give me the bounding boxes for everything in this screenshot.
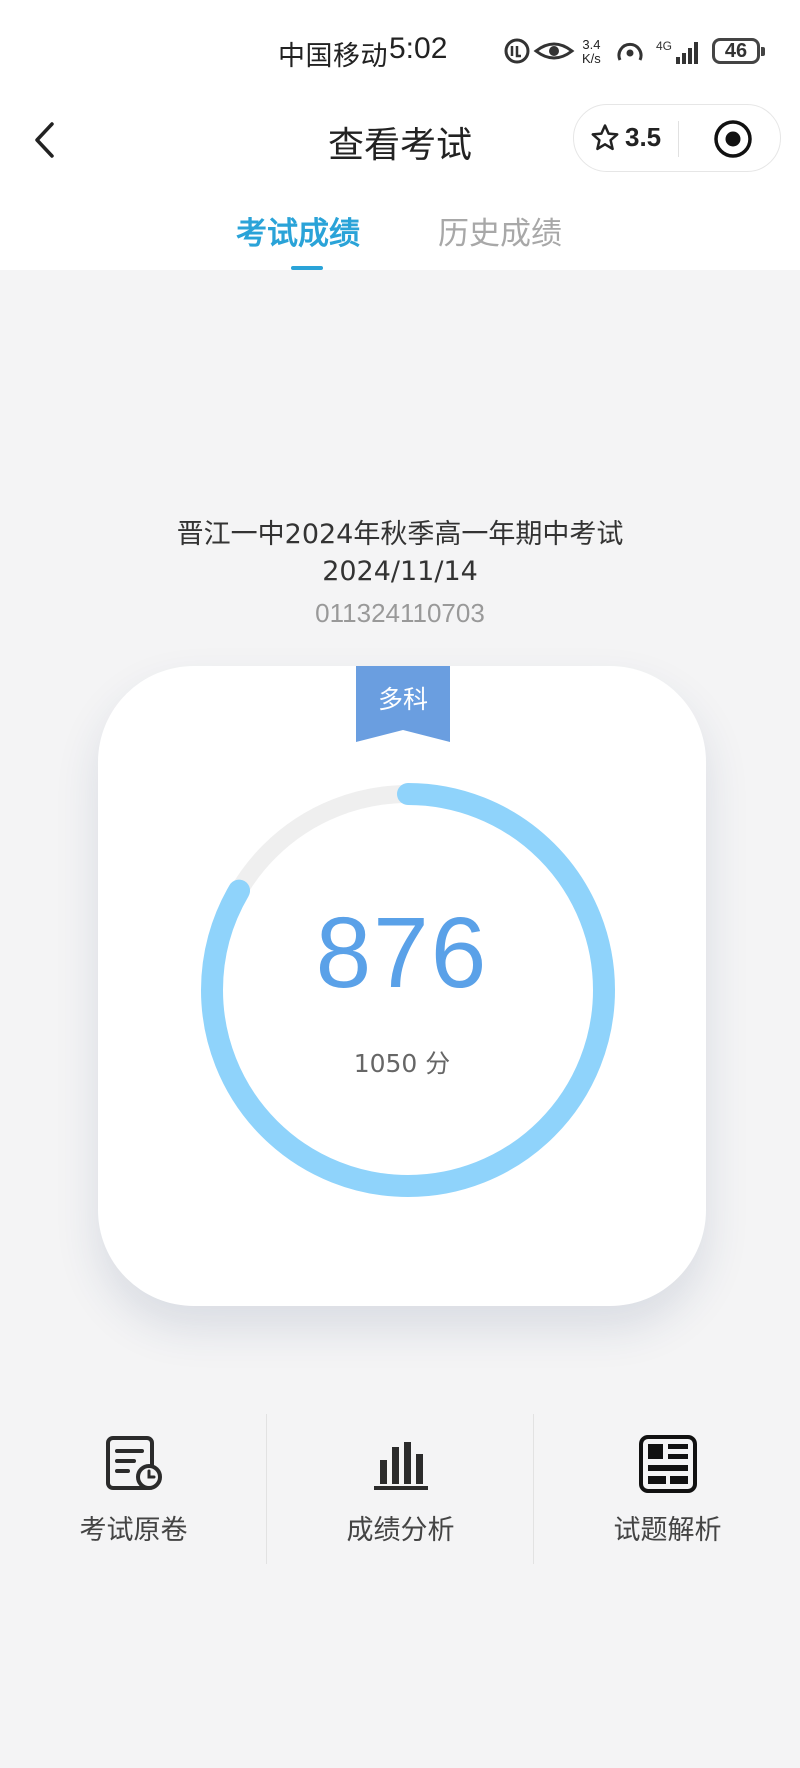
exam-id: 011324110703	[315, 598, 485, 628]
bar-chart-icon	[374, 1442, 428, 1490]
signal-icons: 4G	[617, 39, 698, 64]
question-analysis-label: 试题解析	[613, 1515, 722, 1546]
score-analysis-label: 成绩分析	[346, 1515, 455, 1546]
tab-exam-score[interactable]: 考试成绩	[236, 208, 360, 253]
score-value: 876	[315, 897, 489, 1009]
hotspot-icon	[617, 42, 643, 61]
carrier-name: 中国移动	[278, 41, 388, 72]
tab-history-score[interactable]: 历史成绩	[438, 208, 562, 253]
close-target-icon[interactable]	[712, 118, 754, 160]
question-analysis-button[interactable]: 试题解析	[534, 1410, 800, 1566]
score-card: 多科 876 1050 分	[98, 666, 706, 1306]
tab-active-indicator	[291, 266, 323, 270]
mini-program-capsule: 3.5	[573, 104, 781, 172]
network-type: 4G	[656, 39, 672, 53]
exam-paper-button[interactable]: 考试原卷	[0, 1410, 267, 1566]
score-total: 1050 分	[353, 1049, 451, 1078]
grid-list-icon	[639, 1435, 697, 1493]
nav-bar: 查看考试 3.5	[0, 100, 800, 180]
exam-paper-label: 考试原卷	[79, 1515, 188, 1546]
subject-badge-label: 多科	[377, 685, 428, 714]
battery-icon: 46	[712, 38, 765, 64]
status-bar: 中国移动 5:02 3.4 K/s 4G 46	[0, 0, 800, 100]
status-icons	[504, 38, 575, 64]
rating-value[interactable]: 3.5	[625, 122, 661, 153]
net-speed: 3.4 K/s	[582, 38, 601, 66]
net-speed-value: 3.4	[582, 37, 601, 52]
exam-date: 2024/11/14	[322, 556, 478, 587]
hd-call-icon	[504, 38, 530, 64]
net-speed-unit: K/s	[582, 51, 601, 66]
exam-paper-icon	[106, 1436, 162, 1490]
tab-bar: 考试成绩 历史成绩	[0, 198, 800, 270]
capsule-divider	[678, 121, 679, 157]
eye-icon	[533, 42, 575, 60]
score-analysis-button[interactable]: 成绩分析	[267, 1410, 534, 1566]
star-icon[interactable]	[590, 123, 620, 153]
status-time: 5:02	[389, 32, 448, 65]
signal-bars-icon	[676, 42, 698, 64]
exam-name: 晋江一中2024年秋季高一年期中考试	[176, 519, 624, 550]
action-bar: 考试原卷 成绩分析 试题解析	[0, 1410, 800, 1566]
